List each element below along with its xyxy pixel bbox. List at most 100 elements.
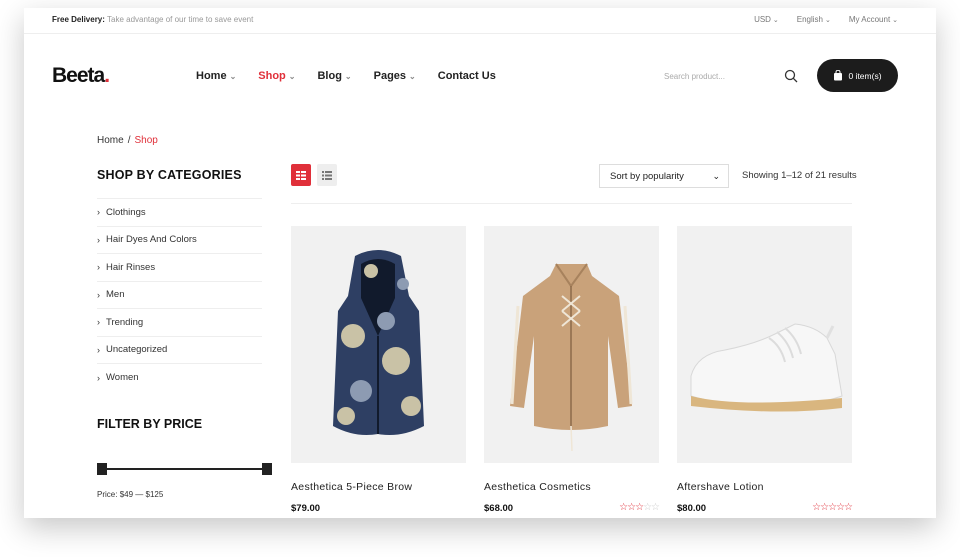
category-label: Women (106, 372, 139, 384)
product-name[interactable]: Aesthetica Cosmetics (484, 481, 591, 493)
white-sneaker-image (690, 323, 843, 412)
nav-item-contact[interactable]: Contact Us (438, 70, 496, 82)
chevron-right-icon: › (97, 207, 100, 218)
list-view-button[interactable] (317, 164, 337, 186)
category-item-trending[interactable]: › Trending (97, 309, 262, 337)
browser-frame: Free Delivery: Take advantage of our tim… (24, 8, 936, 518)
chevron-down-icon: ⌄ (229, 72, 237, 81)
nav-item-shop[interactable]: Shop ⌄ (258, 70, 295, 82)
product-price: $80.00 (677, 503, 707, 514)
chevron-right-icon: › (97, 344, 100, 355)
price-range-label: Price: $49 — $125 (97, 490, 163, 499)
search-input[interactable] (664, 68, 774, 84)
grid-icon (296, 170, 306, 180)
price-slider-max-handle[interactable] (262, 463, 272, 475)
chevron-down-icon: ⌄ (288, 72, 296, 81)
site-header: Beeta. Home ⌄ Shop ⌄ Blog ⌄ Pages ⌄ Contact … (24, 34, 936, 114)
category-label: Uncategorized (106, 344, 168, 356)
nav-label: Home (196, 70, 227, 82)
star-icon: ☆ (635, 502, 644, 513)
account-dropdown[interactable]: My Account (849, 15, 898, 24)
category-label: Hair Rinses (106, 261, 156, 273)
chevron-down-icon: ⌄ (712, 171, 720, 181)
nav-label: Contact Us (437, 70, 496, 82)
star-icon: ☆ (820, 502, 829, 513)
product-card[interactable]: Aesthetica 5-Piece Brow $79.00 (291, 226, 466, 514)
nav-label: Blog (317, 70, 342, 82)
main-nav: Home ⌄ Shop ⌄ Blog ⌄ Pages ⌄ Contact Us (196, 70, 496, 82)
product-image[interactable] (484, 226, 659, 463)
list-icon (322, 170, 332, 180)
promo-text: Take advantage of our time to save event (107, 15, 254, 24)
rating-stars: ☆☆☆☆☆ (619, 502, 660, 513)
chevron-right-icon: › (97, 372, 100, 383)
category-label: Trending (106, 316, 144, 328)
chevron-down-icon: ⌄ (344, 72, 352, 81)
breadcrumb: Home / Shop (97, 135, 158, 146)
categories-title: SHOP BY CATEGORIES (97, 168, 242, 182)
promo-bold: Free Delivery: (52, 15, 105, 24)
grid-view-button[interactable] (291, 164, 311, 186)
shopping-bag-icon (834, 70, 843, 81)
category-item-hair-rinses[interactable]: › Hair Rinses (97, 254, 262, 282)
star-icon: ☆ (651, 502, 660, 513)
nav-label: Pages (373, 70, 407, 82)
product-price: $68.00 (484, 503, 514, 514)
product-price: $79.00 (291, 503, 321, 514)
category-item-women[interactable]: › Women (97, 364, 262, 392)
star-icon: ☆ (844, 502, 853, 513)
star-icon: ☆ (643, 502, 652, 513)
chevron-right-icon: › (97, 289, 100, 300)
nav-item-pages[interactable]: Pages ⌄ (374, 70, 416, 82)
rating-stars: ☆☆☆☆☆ (812, 502, 853, 513)
category-label: Men (106, 289, 125, 301)
product-name[interactable]: Aftershave Lotion (677, 481, 764, 493)
logo-dot: . (104, 64, 110, 87)
star-icon: ☆ (619, 502, 628, 513)
currency-dropdown[interactable]: USD (754, 15, 779, 24)
site-logo[interactable]: Beeta. (52, 64, 110, 88)
chevron-right-icon: › (97, 234, 100, 245)
nav-label: Shop (258, 70, 286, 82)
category-label: Clothings (106, 206, 146, 218)
price-label-prefix: Price: (97, 490, 118, 499)
top-bar: Free Delivery: Take advantage of our tim… (24, 8, 936, 34)
cart-count-label: 0 item(s) (848, 70, 882, 81)
star-icon: ☆ (627, 502, 636, 513)
product-name[interactable]: Aesthetica 5-Piece Brow (291, 481, 412, 493)
product-image[interactable] (291, 226, 466, 463)
sort-select-value: Sort by popularity (610, 170, 684, 182)
search-icon[interactable] (784, 69, 798, 83)
breadcrumb-home[interactable]: Home (97, 135, 124, 146)
product-image[interactable] (677, 226, 852, 463)
language-dropdown[interactable]: English (797, 15, 831, 24)
price-max: $125 (145, 490, 164, 499)
category-item-hair-dyes[interactable]: › Hair Dyes And Colors (97, 227, 262, 254)
category-item-men[interactable]: › Men (97, 282, 262, 309)
breadcrumb-separator: / (127, 135, 131, 146)
category-label: Hair Dyes And Colors (106, 234, 197, 246)
chevron-right-icon: › (97, 317, 100, 328)
price-slider-min-handle[interactable] (97, 463, 107, 475)
star-icon: ☆ (812, 502, 821, 513)
price-slider-track[interactable] (102, 468, 267, 470)
category-list: › Clothings › Hair Dyes And Colors › Hair R… (97, 198, 262, 392)
category-item-clothings[interactable]: › Clothings (97, 199, 262, 227)
price-dash: — (135, 490, 144, 499)
cart-button[interactable]: 0 item(s) (817, 59, 898, 92)
price-filter-title: FILTER BY PRICE (97, 417, 203, 431)
product-card[interactable]: Aesthetica Cosmetics $68.00 ☆☆☆☆☆ (484, 226, 660, 514)
chevron-right-icon: › (97, 262, 100, 273)
result-count: Showing 1–12 of 21 results (742, 170, 857, 181)
sort-select[interactable]: Sort by popularity ⌄ (599, 164, 729, 188)
category-item-uncategorized[interactable]: › Uncategorized (97, 337, 262, 364)
logo-text: Beeta (52, 64, 105, 87)
star-icon: ☆ (836, 502, 845, 513)
promo-banner: Free Delivery: Take advantage of our tim… (52, 15, 253, 24)
chevron-down-icon: ⌄ (409, 72, 416, 81)
nav-item-home[interactable]: Home ⌄ (196, 70, 236, 82)
camo-vest-image (333, 250, 424, 435)
star-icon: ☆ (828, 502, 837, 513)
product-card[interactable]: Aftershave Lotion $80.00 ☆☆☆☆☆ (677, 226, 853, 514)
nav-item-blog[interactable]: Blog ⌄ (317, 70, 351, 82)
